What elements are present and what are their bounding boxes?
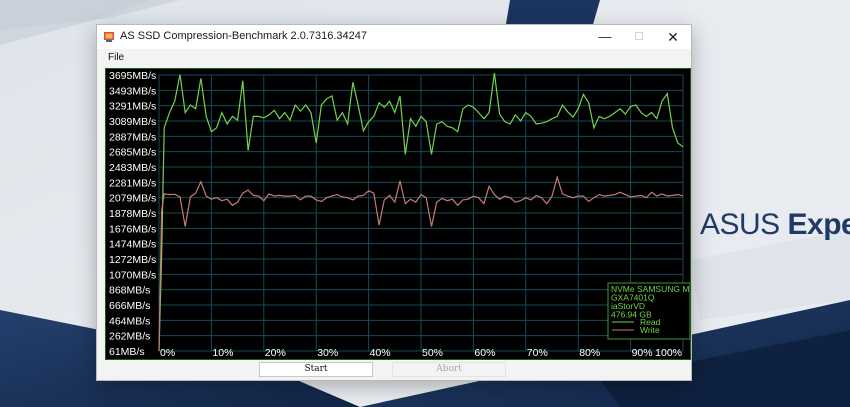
x-tick-label: 90% (632, 347, 653, 359)
menu-file[interactable]: File (108, 52, 124, 63)
asus-brand-text: ASUS Expe (700, 208, 850, 242)
y-tick-label: 1070MB/s (109, 269, 156, 281)
brand-regular: ASUS (700, 208, 788, 241)
y-tick-label: 3291MB/s (109, 101, 156, 113)
close-button[interactable]: ✕ (656, 25, 690, 49)
y-tick-label: 1272MB/s (109, 254, 156, 266)
x-tick-label: 30% (317, 347, 338, 359)
y-tick-label: 2483MB/s (109, 162, 156, 174)
y-tick-label: 2079MB/s (109, 193, 156, 205)
y-tick-label: 2685MB/s (109, 147, 156, 159)
window-title: AS SSD Compression-Benchmark 2.0.7316.34… (120, 30, 368, 42)
app-icon (104, 32, 114, 42)
abort-button[interactable]: Abort (392, 362, 506, 377)
y-tick-label: 1474MB/s (109, 239, 156, 251)
x-tick-label: 60% (474, 347, 495, 359)
x-tick-label: 40% (370, 347, 391, 359)
title-bar[interactable]: AS SSD Compression-Benchmark 2.0.7316.34… (97, 25, 691, 49)
benchmark-window: AS SSD Compression-Benchmark 2.0.7316.34… (96, 24, 692, 381)
y-tick-label: 3089MB/s (109, 116, 156, 128)
legend-write-label: Write (640, 325, 660, 335)
y-tick-label: 3493MB/s (109, 85, 156, 97)
menu-bar: File (97, 49, 691, 67)
benchmark-chart: 3695MB/s 3493MB/s 3291MB/s 3089MB/s 2887MB/s… (105, 68, 691, 360)
x-tick-label: 20% (265, 347, 286, 359)
y-tick-label: 868MB/s (109, 285, 150, 297)
x-tick-label: 0% (160, 347, 175, 359)
y-tick-label: 464MB/s (109, 315, 150, 327)
chart-svg: 3695MB/s 3493MB/s 3291MB/s 3089MB/s 2887MB/s… (109, 70, 690, 359)
minimize-button[interactable]: — (588, 25, 622, 49)
x-tick-label: 70% (527, 347, 548, 359)
y-tick-label: 262MB/s (109, 331, 150, 343)
x-tick-label: 80% (579, 347, 600, 359)
maximize-button[interactable]: ☐ (622, 25, 656, 49)
y-tick-label: 666MB/s (109, 300, 150, 312)
x-tick-label: 100% (655, 347, 682, 359)
y-tick-label: 2281MB/s (109, 177, 156, 189)
x-tick-label: 50% (422, 347, 443, 359)
start-button[interactable]: Start (259, 362, 373, 377)
x-tick-label: 10% (212, 347, 233, 359)
y-tick-label: 2887MB/s (109, 131, 156, 143)
y-tick-label: 1878MB/s (109, 208, 156, 220)
brand-bold: Expe (787, 208, 850, 241)
y-tick-label: 1676MB/s (109, 223, 156, 235)
y-tick-label: 61MB/s (109, 346, 145, 358)
y-tick-label: 3695MB/s (109, 70, 156, 82)
